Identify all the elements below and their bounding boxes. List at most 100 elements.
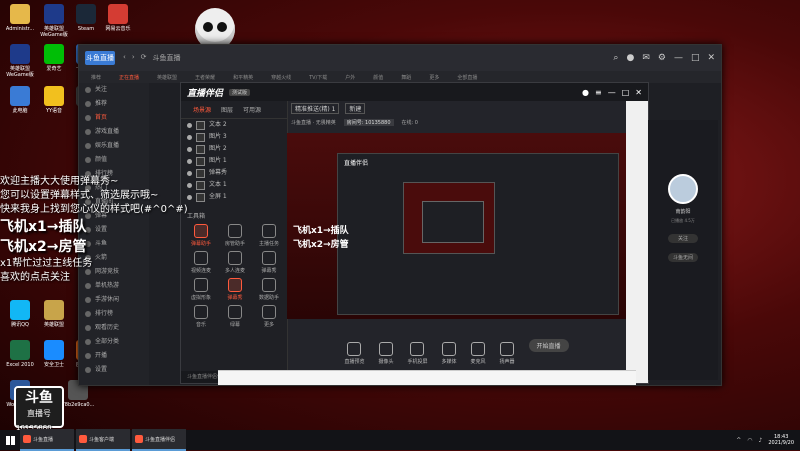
clock[interactable]: 18:43 2021/9/20 xyxy=(768,434,794,446)
douyu-app-icon xyxy=(79,435,87,443)
user-avatar-icon[interactable]: ● xyxy=(626,53,634,63)
tool-button[interactable]: 弹幕秀 xyxy=(253,251,285,274)
sidebar-item[interactable]: 游戏直播 xyxy=(79,125,149,139)
category-tab[interactable]: TV/下载 xyxy=(309,74,327,81)
profile-link-button[interactable]: 斗鱼无间 xyxy=(668,253,698,262)
desktop-icon-label: 英雄联盟WeGame版 xyxy=(40,26,68,38)
companion-menu-icon[interactable]: ≡ xyxy=(595,88,602,97)
close-icon[interactable]: ✕ xyxy=(707,53,715,63)
category-tab[interactable]: 全部直播 xyxy=(457,74,477,81)
start-live-button[interactable]: 开始直播 xyxy=(528,338,569,352)
tool-button[interactable]: 弹幕秀 xyxy=(219,278,251,301)
bar-button[interactable]: 手机投屏 xyxy=(407,342,427,365)
tool-button[interactable]: 音乐 xyxy=(185,305,217,328)
tray-chevron-icon[interactable]: ^ xyxy=(736,437,741,444)
network-icon[interactable]: ◠ xyxy=(747,437,752,444)
room-info-item: 在线: 0 xyxy=(401,119,418,126)
eye-icon[interactable] xyxy=(187,146,192,152)
companion-minimize-icon[interactable]: — xyxy=(608,88,616,97)
bar-button[interactable]: 摄像头 xyxy=(378,342,393,365)
new-scene-button[interactable]: 新建 xyxy=(345,102,366,114)
sidebar-item[interactable]: 全部分类 xyxy=(79,335,149,349)
desktop-icon[interactable]: 爱奇艺 xyxy=(36,44,72,72)
eye-icon[interactable] xyxy=(187,158,192,164)
search-icon[interactable]: ⌕ xyxy=(613,53,618,63)
desktop-icon[interactable]: Steam xyxy=(68,4,104,32)
bar-button[interactable]: 直播预览 xyxy=(344,342,364,365)
desktop-icon[interactable]: 英雄联盟WeGame版 xyxy=(36,4,72,38)
category-tab[interactable]: 穿越火线 xyxy=(271,74,291,81)
sidebar-item[interactable]: 排行榜 xyxy=(79,307,149,321)
companion-avatar-icon[interactable]: ● xyxy=(582,88,589,97)
tool-button[interactable]: 更多 xyxy=(253,305,285,328)
category-tab[interactable]: 和平精英 xyxy=(233,74,253,81)
desktop-icon[interactable]: 此电脑 xyxy=(2,86,38,114)
avatar[interactable] xyxy=(668,174,698,204)
scene-name[interactable]: 精准推送(精) 1 xyxy=(291,102,340,114)
category-tab[interactable]: 英雄联盟 xyxy=(157,74,177,81)
tool-label: 虚拟形象 xyxy=(190,295,211,301)
sidebar-item[interactable]: 设置 xyxy=(79,363,149,377)
taskbar-item[interactable]: 斗鱼客户端 xyxy=(76,429,130,451)
scene-item[interactable]: 文本 2 xyxy=(181,119,287,131)
category-tab[interactable]: 正在直播 xyxy=(119,74,139,81)
companion-maximize-icon[interactable]: □ xyxy=(622,88,630,97)
category-tab[interactable]: 户外 xyxy=(345,74,355,81)
scene-tab[interactable]: 可用源 xyxy=(243,105,261,114)
scene-item[interactable]: 弹幕秀 xyxy=(181,167,287,179)
desktop-icon[interactable]: 安全卫士 xyxy=(36,340,72,368)
minimize-icon[interactable]: — xyxy=(674,53,683,63)
mail-icon[interactable]: ✉ xyxy=(642,53,650,63)
desktop-icon[interactable]: 英雄联盟 xyxy=(36,300,72,328)
category-tab[interactable]: 王者荣耀 xyxy=(195,74,215,81)
desktop-icon[interactable]: Excel 2010 xyxy=(2,340,38,368)
scene-item[interactable]: 文本 1 xyxy=(181,179,287,191)
tool-button[interactable]: 绿幕 xyxy=(219,305,251,328)
scene-item[interactable]: 图片 1 xyxy=(181,155,287,167)
nav-refresh-icon[interactable]: ⟳ xyxy=(141,53,147,63)
maximize-icon[interactable]: □ xyxy=(691,53,700,63)
sidebar-item[interactable]: 观看历史 xyxy=(79,321,149,335)
nested-title: 直播伴侣 xyxy=(344,160,369,167)
scene-tab[interactable]: 场景源 xyxy=(193,105,211,114)
sidebar-item[interactable]: 关注 xyxy=(79,83,149,97)
category-tab[interactable]: 颜值 xyxy=(373,74,383,81)
scene-tab[interactable]: 图层 xyxy=(221,105,233,114)
sidebar-item[interactable]: 开播 xyxy=(79,349,149,363)
category-tab[interactable]: 舞蹈 xyxy=(401,74,411,81)
sidebar-item[interactable]: 首页 xyxy=(79,111,149,125)
bar-button[interactable]: 扬声器 xyxy=(500,342,515,365)
sidebar-item[interactable]: 娱乐直播 xyxy=(79,139,149,153)
desktop-icon[interactable]: 网易云音乐 xyxy=(100,4,136,32)
follow-button[interactable]: 关注 xyxy=(668,234,698,243)
tool-button[interactable]: 房管助手 xyxy=(219,224,251,247)
sidebar-item[interactable]: 推荐 xyxy=(79,97,149,111)
tool-button[interactable]: 主播任务 xyxy=(253,224,285,247)
category-tab[interactable]: 更多 xyxy=(429,74,439,81)
bar-button[interactable]: 麦克风 xyxy=(471,342,486,365)
scene-item[interactable]: 图片 3 xyxy=(181,131,287,143)
taskbar-item[interactable]: 斗鱼直播伴侣 xyxy=(132,429,186,451)
start-button[interactable] xyxy=(0,430,20,450)
comment-input[interactable] xyxy=(218,370,636,385)
category-tab[interactable]: 推荐 xyxy=(91,74,101,81)
desktop-icon[interactable]: YY语音 xyxy=(36,86,72,114)
desktop-icon[interactable]: 英雄联盟WeGame版 xyxy=(2,44,38,78)
scene-item[interactable]: 全屏 1 xyxy=(181,191,287,203)
tool-button[interactable]: 数据助手 xyxy=(253,278,285,301)
sidebar-item[interactable]: 颜值 xyxy=(79,153,149,167)
sidebar-item[interactable]: 手游休闲 xyxy=(79,293,149,307)
tool-button[interactable]: 多人连麦 xyxy=(219,251,251,274)
eye-icon[interactable] xyxy=(187,134,192,140)
nav-back-icon[interactable]: ‹ xyxy=(123,53,126,63)
bar-button[interactable]: 多媒体 xyxy=(441,342,457,365)
companion-close-icon[interactable]: ✕ xyxy=(635,88,642,97)
desktop-icon[interactable]: Administr... xyxy=(2,4,38,32)
settings-icon[interactable]: ⚙ xyxy=(658,53,666,63)
desktop-icon[interactable]: 腾讯QQ xyxy=(2,300,38,328)
scene-item[interactable]: 图片 2 xyxy=(181,143,287,155)
volume-icon[interactable]: ♪ xyxy=(759,437,763,444)
eye-icon[interactable] xyxy=(187,122,192,128)
taskbar-item[interactable]: 斗鱼直播 xyxy=(20,429,74,451)
nav-forward-icon[interactable]: › xyxy=(132,53,135,63)
